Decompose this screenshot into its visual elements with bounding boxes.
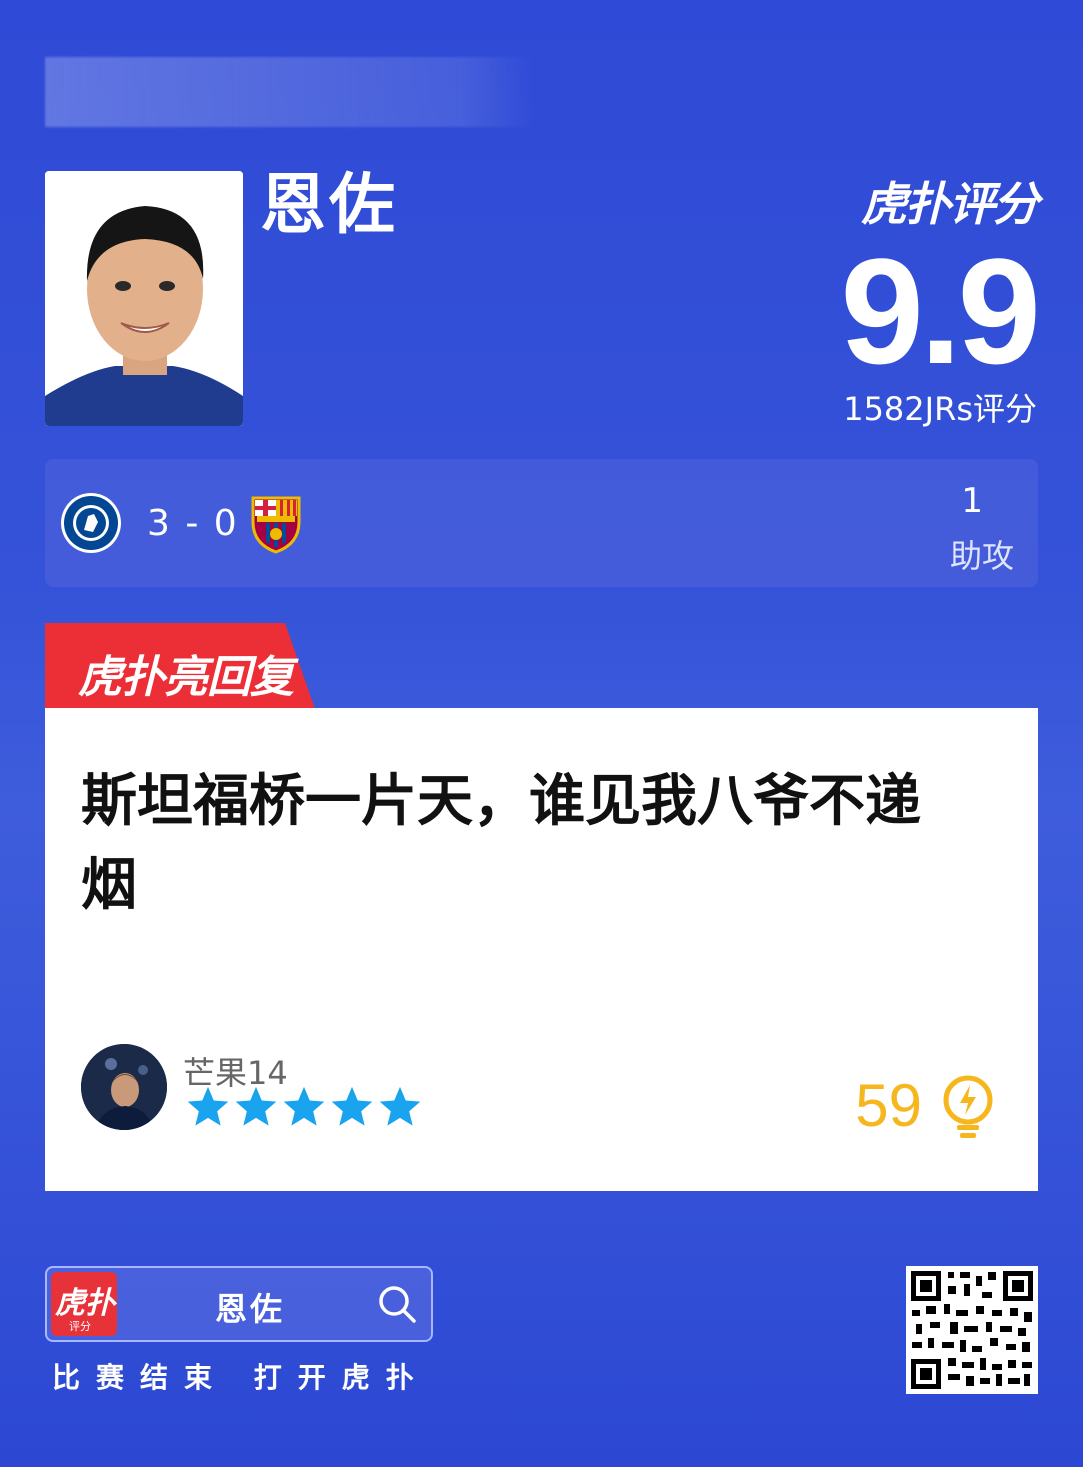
star-icon xyxy=(235,1086,277,1126)
star-icon xyxy=(283,1086,325,1126)
match-score: 3 - 0 xyxy=(147,503,239,544)
search-box[interactable]: 虎扑 评分 恩佐 xyxy=(45,1266,433,1342)
star-icon xyxy=(331,1086,373,1126)
app-icon-sub: 评分 xyxy=(69,1320,91,1333)
star-icon xyxy=(379,1086,421,1126)
search-icon[interactable] xyxy=(377,1284,417,1324)
rating-score: 9.9 xyxy=(840,227,1041,395)
player-photo xyxy=(45,171,243,426)
match-summary: 3 - 0 1 助攻 xyxy=(45,459,1038,587)
highlight-reply-label: 虎扑亮回复 xyxy=(78,652,294,703)
star-rating xyxy=(185,1084,423,1130)
hupu-app-icon: 虎扑 评分 xyxy=(51,1272,117,1336)
rating-count: 1582JRs评分 xyxy=(843,390,1037,428)
highlight-reply-tab: 虎扑亮回复 xyxy=(45,623,315,709)
like-count: 59 xyxy=(855,1072,922,1139)
star-icon xyxy=(187,1086,229,1126)
avatar xyxy=(81,1044,167,1130)
barcelona-badge-icon xyxy=(251,496,301,554)
blurred-banner xyxy=(45,57,535,127)
hupu-rating-logo: 虎扑评分 xyxy=(861,177,1039,231)
chelsea-badge-icon xyxy=(61,493,121,553)
search-text: 恩佐 xyxy=(215,1290,286,1328)
assist-label: 助攻 xyxy=(949,537,1014,575)
qr-code xyxy=(906,1266,1038,1394)
reply-text: 斯坦福桥一片天，谁见我八爷不递烟 xyxy=(81,769,921,918)
slogan: 比赛结束 打开虎扑 xyxy=(52,1361,430,1394)
lightbulb-icon[interactable] xyxy=(940,1075,996,1141)
reply-card: 斯坦福桥一片天，谁见我八爷不递烟 芒果14 59 xyxy=(45,708,1038,1191)
app-icon-text: 虎扑 xyxy=(55,1286,115,1321)
player-name: 恩佐 xyxy=(260,166,398,243)
assist-count: 1 xyxy=(961,481,983,521)
